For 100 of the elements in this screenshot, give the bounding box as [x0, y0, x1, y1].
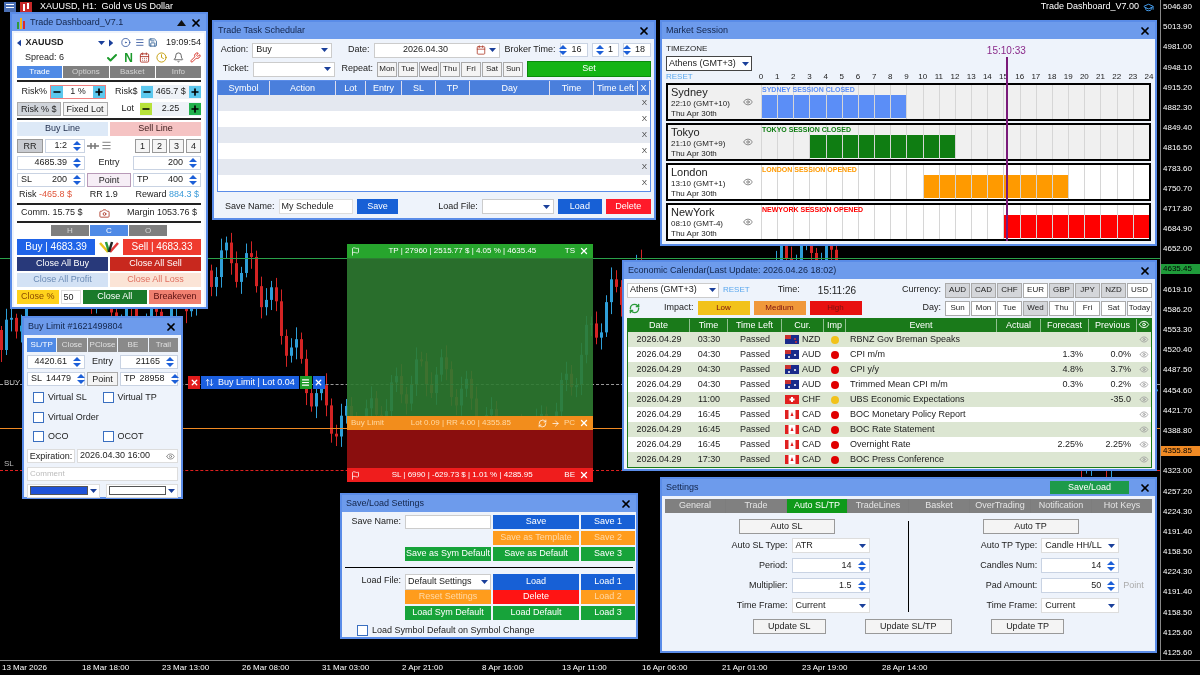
- remove-row-button[interactable]: X: [641, 129, 647, 141]
- caret-icon[interactable]: [858, 603, 866, 608]
- close-button[interactable]: [312, 376, 325, 389]
- currency-filter[interactable]: NZD: [1101, 282, 1126, 298]
- load-file-select[interactable]: Default Settings: [405, 574, 491, 590]
- stop-loss-bar[interactable]: SL | 6990 | -629.73 $ | 1.01 % | 4285.95 BE: [347, 468, 593, 482]
- close-icon[interactable]: [1139, 481, 1151, 494]
- number-field[interactable]: 14: [1041, 558, 1120, 573]
- close-icon[interactable]: [638, 24, 650, 37]
- eye-icon[interactable]: [166, 451, 175, 461]
- tab[interactable]: Auto SL/TP: [787, 499, 847, 513]
- caret-icon[interactable]: [168, 488, 175, 493]
- update-button[interactable]: Update TP: [991, 619, 1064, 634]
- stepper-icon[interactable]: [73, 357, 81, 367]
- close-icon[interactable]: [190, 16, 202, 29]
- checkbox[interactable]: [102, 392, 114, 404]
- stepper-icon[interactable]: [189, 157, 197, 168]
- entry-points-field[interactable]: 200: [133, 155, 201, 170]
- impact-filter[interactable]: Low: [697, 301, 750, 315]
- caret-icon[interactable]: [1108, 543, 1116, 548]
- lot-field[interactable]: 2.25: [140, 101, 201, 116]
- day-button[interactable]: Tue: [398, 61, 418, 77]
- point-button[interactable]: Point: [87, 372, 118, 386]
- day-button[interactable]: Fri: [461, 61, 481, 77]
- update-button[interactable]: Update SL/TP: [865, 619, 952, 634]
- eye-icon[interactable]: [743, 97, 753, 107]
- day-button[interactable]: Thu: [440, 61, 460, 77]
- day-button[interactable]: Sun: [503, 61, 523, 77]
- preset-button[interactable]: 1: [135, 138, 150, 153]
- save-button[interactable]: Save: [356, 199, 399, 214]
- previous-icon[interactable]: [17, 38, 22, 47]
- eye-icon[interactable]: [743, 217, 753, 227]
- close-icon[interactable]: [579, 470, 589, 480]
- currency-filter[interactable]: JPY: [1075, 282, 1100, 298]
- take-profit-field[interactable]: TP 28958: [120, 372, 178, 386]
- close-all-button[interactable]: Close All: [82, 289, 147, 304]
- time-field[interactable]: 18: [623, 43, 651, 57]
- remove-row-button[interactable]: X: [641, 145, 647, 157]
- auto-tp-button[interactable]: Auto TP: [982, 519, 1079, 534]
- save-name-field[interactable]: My Schedule: [278, 199, 353, 214]
- next-icon[interactable]: [108, 38, 114, 47]
- take-profit-field[interactable]: TP 400: [133, 172, 201, 187]
- plus-button[interactable]: [93, 85, 105, 98]
- stepper-icon[interactable]: [623, 45, 631, 55]
- caret-icon[interactable]: [489, 48, 497, 52]
- entry-price-field[interactable]: 4685.39: [17, 155, 85, 170]
- color-picker[interactable]: [27, 483, 100, 498]
- close-icon[interactable]: [165, 320, 177, 333]
- comment-field[interactable]: Comment: [27, 466, 178, 481]
- date-field[interactable]: 2026.04.30: [373, 42, 501, 58]
- stepper-icon[interactable]: [857, 580, 866, 591]
- time-field[interactable]: 1: [591, 43, 619, 57]
- delete-button[interactable]: Delete: [605, 199, 651, 214]
- settings-button[interactable]: Load: [493, 574, 579, 590]
- currency-filter[interactable]: EUR: [1023, 282, 1048, 298]
- menu-button[interactable]: [299, 376, 312, 389]
- checkbox[interactable]: [357, 625, 368, 637]
- checkbox-option[interactable]: Virtual Order: [33, 410, 172, 424]
- settings-button[interactable]: Delete: [493, 590, 579, 604]
- caret-icon[interactable]: [1108, 603, 1116, 608]
- mode-button[interactable]: Risk % $: [17, 101, 61, 116]
- wrench-icon[interactable]: [190, 52, 201, 63]
- eye-icon[interactable]: [743, 177, 753, 187]
- day-filter[interactable]: Sun: [945, 300, 970, 316]
- day-button[interactable]: Mon: [377, 61, 397, 77]
- line-tool-icon[interactable]: [87, 141, 99, 150]
- remove-row-button[interactable]: X: [641, 161, 647, 173]
- checkbox[interactable]: [33, 392, 44, 404]
- save-icon[interactable]: [148, 37, 158, 48]
- currency-filter[interactable]: AUD: [945, 282, 970, 298]
- checkbox-option[interactable]: Load Symbol Default on Symbol Change: [357, 624, 633, 638]
- day-filter[interactable]: Tue: [997, 300, 1022, 316]
- currency-filter[interactable]: USD: [1127, 282, 1152, 298]
- day-filter[interactable]: Fri: [1075, 300, 1100, 316]
- rr-button[interactable]: RR: [17, 138, 43, 153]
- currency-filter[interactable]: CHF: [997, 282, 1022, 298]
- mode-button[interactable]: Fixed Lot: [62, 101, 108, 116]
- number-field[interactable]: 1.5: [791, 578, 870, 593]
- close-icon[interactable]: [1139, 24, 1151, 37]
- save-load-button[interactable]: Save/Load: [1049, 481, 1129, 494]
- stepper-icon[interactable]: [189, 174, 197, 185]
- price-field[interactable]: 4420.61: [27, 355, 85, 369]
- stepper-icon[interactable]: [559, 45, 568, 55]
- number-field[interactable]: 14: [791, 558, 870, 573]
- caret-icon[interactable]: [543, 204, 551, 209]
- color-picker[interactable]: [105, 483, 178, 498]
- checkbox[interactable]: [102, 431, 114, 443]
- eye-icon[interactable]: [743, 137, 753, 147]
- currency-filter[interactable]: CAD: [971, 282, 996, 298]
- stepper-icon[interactable]: [170, 374, 179, 384]
- caret-icon[interactable]: [709, 288, 716, 292]
- timezone-select[interactable]: Athens (GMT+3): [666, 56, 752, 71]
- caret-icon[interactable]: [324, 67, 331, 71]
- checkbox-option[interactable]: OCOT: [102, 430, 172, 444]
- minus-button[interactable]: [51, 85, 63, 98]
- menu-icon[interactable]: [101, 140, 112, 151]
- caret-icon[interactable]: [97, 40, 105, 45]
- preset-button[interactable]: 3: [169, 138, 184, 153]
- day-button[interactable]: Wed: [419, 61, 439, 77]
- close-icon[interactable]: [579, 246, 589, 256]
